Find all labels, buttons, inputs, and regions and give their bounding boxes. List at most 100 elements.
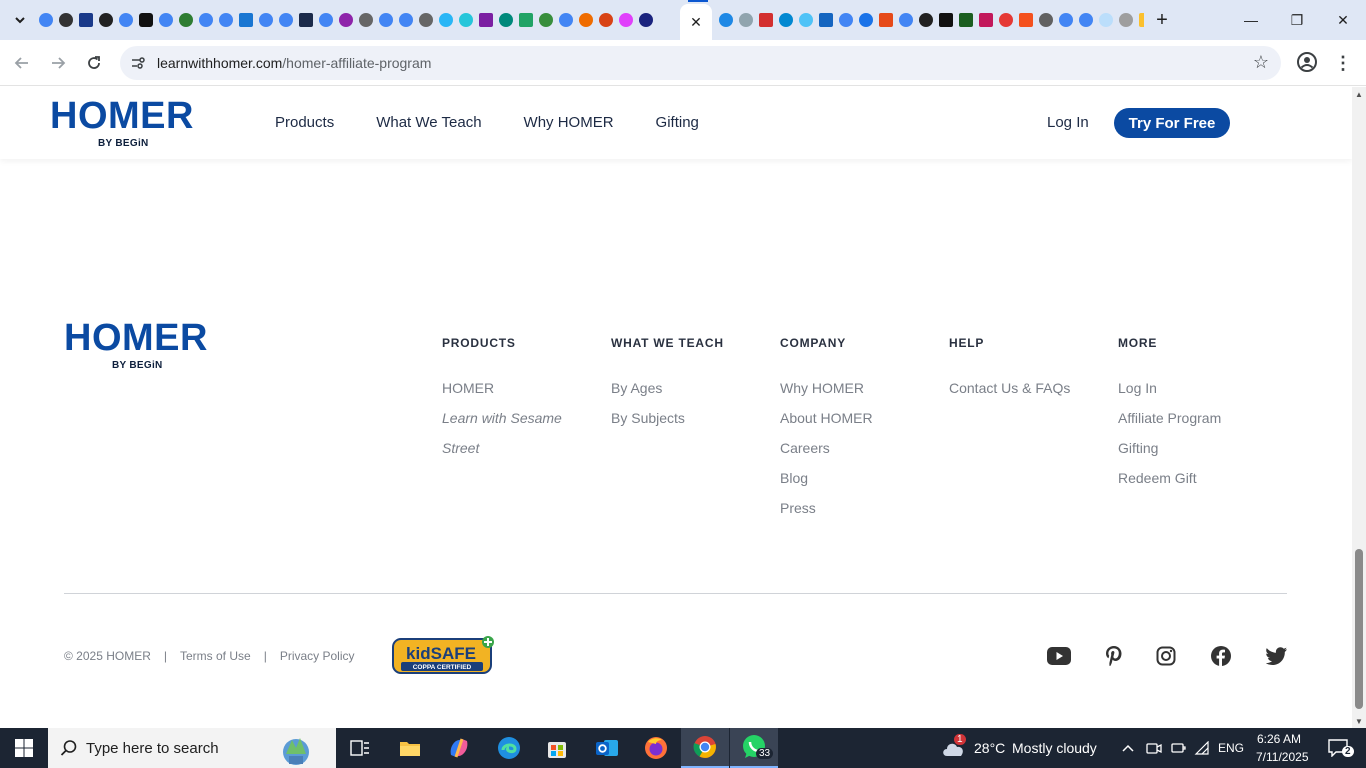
tab-favicon[interactable] — [216, 10, 236, 30]
start-button[interactable] — [0, 728, 48, 768]
tab-favicon[interactable] — [316, 10, 336, 30]
footer-link-sesame[interactable]: Learn with Sesame — [442, 403, 562, 433]
tab-favicon[interactable] — [596, 10, 616, 30]
tab-favicon[interactable] — [736, 10, 756, 30]
tab-favicon[interactable] — [1076, 10, 1096, 30]
tab-favicon[interactable] — [376, 10, 396, 30]
tab-favicon[interactable] — [936, 10, 956, 30]
nav-products[interactable]: Products — [275, 114, 334, 131]
file-explorer-app[interactable] — [386, 728, 434, 768]
tab-favicon[interactable] — [516, 10, 536, 30]
tab-favicon[interactable] — [816, 10, 836, 30]
firefox-app[interactable] — [632, 728, 680, 768]
tab-favicon[interactable] — [176, 10, 196, 30]
tab-favicon[interactable] — [756, 10, 776, 30]
tab-favicon[interactable] — [896, 10, 916, 30]
footer-link-why-homer[interactable]: Why HOMER — [780, 373, 873, 403]
tab-favicon[interactable] — [1016, 10, 1036, 30]
tab-favicon[interactable] — [916, 10, 936, 30]
instagram-icon[interactable] — [1154, 644, 1178, 668]
tab-favicon[interactable] — [716, 10, 736, 30]
menu-kebab-icon[interactable]: ⋮ — [1334, 51, 1352, 75]
tab-search-button[interactable] — [8, 8, 32, 32]
footer-link-affiliate[interactable]: Affiliate Program — [1118, 403, 1221, 433]
chrome-app[interactable] — [681, 728, 729, 768]
tab-favicon[interactable] — [1056, 10, 1076, 30]
tab-favicon[interactable] — [476, 10, 496, 30]
active-tab[interactable]: ✕ — [680, 4, 712, 40]
nav-why-homer[interactable]: Why HOMER — [524, 114, 614, 131]
store-app[interactable] — [533, 728, 581, 768]
tab-favicon[interactable] — [796, 10, 816, 30]
profile-icon[interactable] — [1296, 51, 1318, 73]
footer-link-careers[interactable]: Careers — [780, 433, 873, 463]
maximize-button[interactable]: ❐ — [1274, 0, 1320, 40]
minimize-button[interactable]: — — [1228, 0, 1274, 40]
copilot-app[interactable] — [435, 728, 483, 768]
tab-favicon[interactable] — [336, 10, 356, 30]
try-for-free-button[interactable]: Try For Free — [1114, 108, 1230, 138]
terms-link[interactable]: Terms of Use — [180, 649, 251, 663]
kidsafe-seal[interactable]: kidSAFE COPPA CERTIFIED — [391, 635, 497, 675]
weather-description[interactable]: Mostly cloudy — [1012, 740, 1097, 756]
tab-favicon[interactable] — [156, 10, 176, 30]
tab-favicon[interactable] — [96, 10, 116, 30]
nav-what-we-teach[interactable]: What We Teach — [376, 114, 481, 131]
privacy-link[interactable]: Privacy Policy — [280, 649, 355, 663]
tab-favicon[interactable] — [136, 10, 156, 30]
tab-favicon[interactable] — [276, 10, 296, 30]
footer-link-press[interactable]: Press — [780, 493, 873, 523]
task-view-button[interactable] — [336, 728, 384, 768]
tab-favicon[interactable] — [76, 10, 96, 30]
tab-favicon[interactable] — [1136, 10, 1144, 30]
tab-favicon[interactable] — [256, 10, 276, 30]
footer-link-about[interactable]: About HOMER — [780, 403, 873, 433]
footer-link-redeem-gift[interactable]: Redeem Gift — [1118, 463, 1221, 493]
footer-link-login[interactable]: Log In — [1118, 373, 1221, 403]
tab-favicon[interactable] — [556, 10, 576, 30]
tab-favicon[interactable] — [576, 10, 596, 30]
clock-date[interactable]: 7/11/2025 — [1256, 750, 1309, 764]
footer-link-blog[interactable]: Blog — [780, 463, 873, 493]
edge-app[interactable] — [485, 728, 533, 768]
youtube-icon[interactable] — [1047, 644, 1071, 668]
outlook-app[interactable] — [583, 728, 631, 768]
facebook-icon[interactable] — [1209, 644, 1233, 668]
tab-favicon[interactable] — [1036, 10, 1056, 30]
footer-link-by-ages[interactable]: By Ages — [611, 373, 724, 403]
scrollbar-thumb[interactable] — [1355, 549, 1363, 709]
twitter-icon[interactable] — [1265, 644, 1289, 668]
nav-gifting[interactable]: Gifting — [656, 114, 699, 131]
footer-link-homer[interactable]: HOMER — [442, 373, 562, 403]
weather-widget[interactable]: 1 — [938, 728, 970, 768]
network-button[interactable] — [1190, 728, 1214, 768]
weather-temp[interactable]: 28°C — [974, 740, 1005, 756]
site-info-icon[interactable] — [130, 55, 146, 71]
tab-favicon[interactable] — [956, 10, 976, 30]
tab-favicon[interactable] — [436, 10, 456, 30]
footer-link-by-subjects[interactable]: By Subjects — [611, 403, 724, 433]
footer-link-sesame-cont[interactable]: Street — [442, 433, 562, 463]
reload-button[interactable] — [80, 49, 108, 77]
tab-favicon[interactable] — [616, 10, 636, 30]
tab-favicon[interactable] — [876, 10, 896, 30]
tab-favicon[interactable] — [856, 10, 876, 30]
url-text[interactable]: learnwithhomer.com/homer-affiliate-progr… — [157, 55, 431, 71]
tab-favicon[interactable] — [356, 10, 376, 30]
taskbar-search[interactable]: Type here to search — [48, 728, 336, 768]
tab-favicon[interactable] — [456, 10, 476, 30]
tab-favicon[interactable] — [776, 10, 796, 30]
footer-link-contact[interactable]: Contact Us & FAQs — [949, 373, 1070, 403]
language-indicator[interactable]: ENG — [1218, 741, 1244, 755]
close-window-button[interactable]: ✕ — [1320, 0, 1366, 40]
footer-logo[interactable]: HOMER BY BEGiN — [64, 319, 208, 371]
clock-time[interactable]: 6:26 AM — [1257, 732, 1301, 746]
tab-favicon[interactable] — [1096, 10, 1116, 30]
footer-link-gifting[interactable]: Gifting — [1118, 433, 1221, 463]
close-tab-icon[interactable]: ✕ — [690, 14, 702, 31]
tab-favicon[interactable] — [36, 10, 56, 30]
new-tab-button[interactable]: + — [1150, 8, 1174, 32]
whatsapp-app[interactable]: 33 — [730, 728, 778, 768]
bookmark-star-icon[interactable]: ☆ — [1253, 52, 1269, 73]
meet-now-button[interactable] — [1142, 728, 1166, 768]
